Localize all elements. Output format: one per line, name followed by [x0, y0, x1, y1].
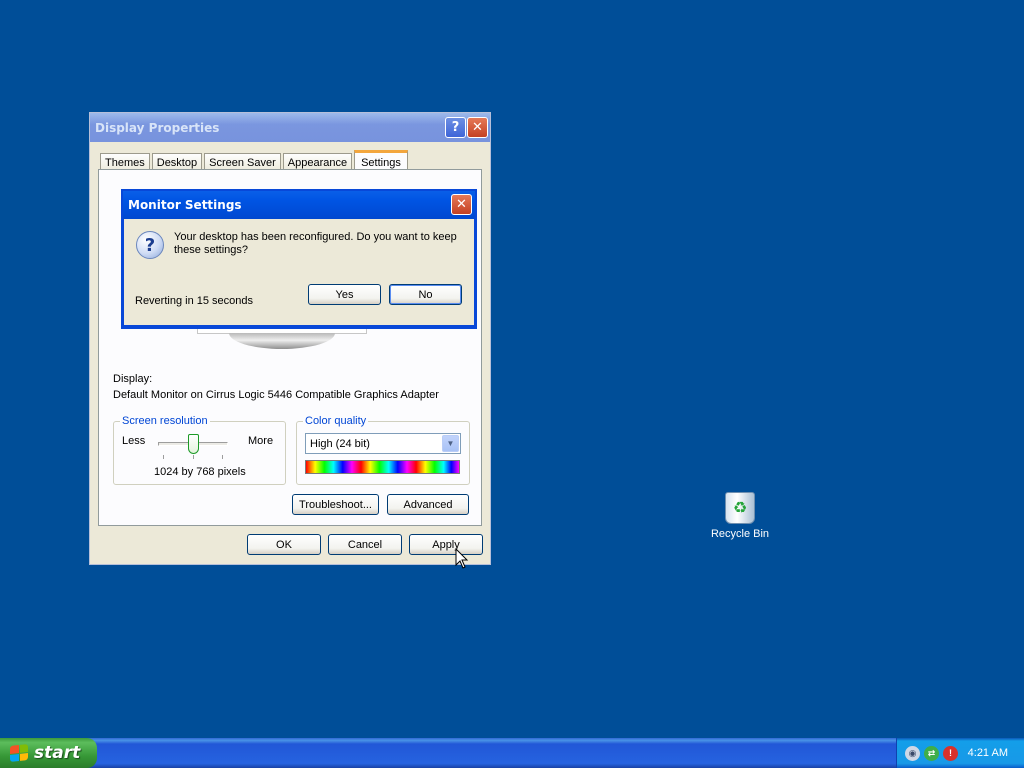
display-adapter-value: Default Monitor on Cirrus Logic 5446 Com… [113, 389, 439, 401]
resolution-more-label: More [248, 435, 274, 447]
chevron-down-icon[interactable]: ▼ [442, 435, 459, 452]
taskbar: start ◉ ⇄ ! 4:21 AM [0, 738, 1024, 768]
mouse-cursor-icon [455, 548, 469, 569]
monitor-settings-dialog: Monitor Settings ✕ ? Your desktop has be… [121, 189, 477, 329]
screen-resolution-legend: Screen resolution [120, 415, 210, 427]
recycle-bin-desktop-icon[interactable]: ♻ Recycle Bin [706, 492, 774, 540]
color-quality-value: High (24 bit) [310, 437, 370, 450]
start-button[interactable]: start [0, 738, 97, 768]
system-tray: ◉ ⇄ ! 4:21 AM [896, 738, 1024, 768]
windows-logo-icon [10, 744, 28, 762]
slider-tick [222, 455, 223, 459]
dialog-close-button[interactable]: ✕ [451, 194, 472, 215]
help-button[interactable]: ? [445, 117, 466, 138]
screen-resolution-group: Screen resolution Less More 1024 by 768 … [113, 415, 286, 485]
window-title: Display Properties [95, 120, 220, 135]
color-quality-group: Color quality High (24 bit) ▼ [296, 415, 470, 485]
resolution-value: 1024 by 768 pixels [154, 466, 246, 478]
troubleshoot-button[interactable]: Troubleshoot... [292, 494, 379, 515]
display-label: Display: [113, 373, 153, 385]
close-icon: ✕ [456, 197, 467, 212]
dialog-message: Your desktop has been reconfigured. Do y… [174, 231, 457, 256]
yes-button[interactable]: Yes [308, 284, 381, 305]
desktop: { "display_properties": { "title": "Disp… [0, 0, 1024, 768]
color-quality-select[interactable]: High (24 bit) ▼ [305, 433, 461, 454]
resolution-slider-thumb[interactable] [188, 434, 199, 454]
dialog-title: Monitor Settings [128, 198, 242, 212]
recycle-bin-label: Recycle Bin [710, 528, 770, 540]
slider-tick [193, 455, 194, 459]
clock[interactable]: 4:21 AM [968, 747, 1008, 759]
volume-icon[interactable]: ◉ [905, 745, 920, 761]
close-button[interactable]: ✕ [467, 117, 488, 138]
apply-button[interactable]: Apply [409, 534, 483, 555]
color-spectrum-bar [305, 460, 460, 474]
recycle-bin-icon: ♻ [725, 492, 755, 524]
no-button[interactable]: No [389, 284, 462, 305]
display-properties-window: Display Properties ? ✕ Themes Desktop Sc… [89, 112, 491, 565]
ok-button[interactable]: OK [247, 534, 321, 555]
revert-countdown: Reverting in 15 seconds [135, 295, 254, 307]
dialog-body: ? Your desktop has been reconfigured. Do… [124, 219, 474, 325]
cancel-button[interactable]: Cancel [328, 534, 402, 555]
help-icon: ? [451, 120, 460, 135]
question-icon: ? [136, 231, 164, 259]
monitor-preview-stand [229, 333, 335, 349]
color-quality-legend: Color quality [303, 415, 369, 427]
slider-tick [163, 455, 164, 459]
network-icon[interactable]: ⇄ [924, 745, 939, 761]
close-icon: ✕ [472, 120, 483, 135]
monitor-settings-titlebar[interactable]: Monitor Settings ✕ [123, 191, 475, 219]
advanced-button[interactable]: Advanced [387, 494, 469, 515]
security-alert-icon[interactable]: ! [943, 745, 958, 761]
resolution-less-label: Less [122, 435, 146, 447]
start-label: start [34, 743, 81, 763]
display-properties-titlebar[interactable]: Display Properties ? ✕ [90, 113, 490, 142]
